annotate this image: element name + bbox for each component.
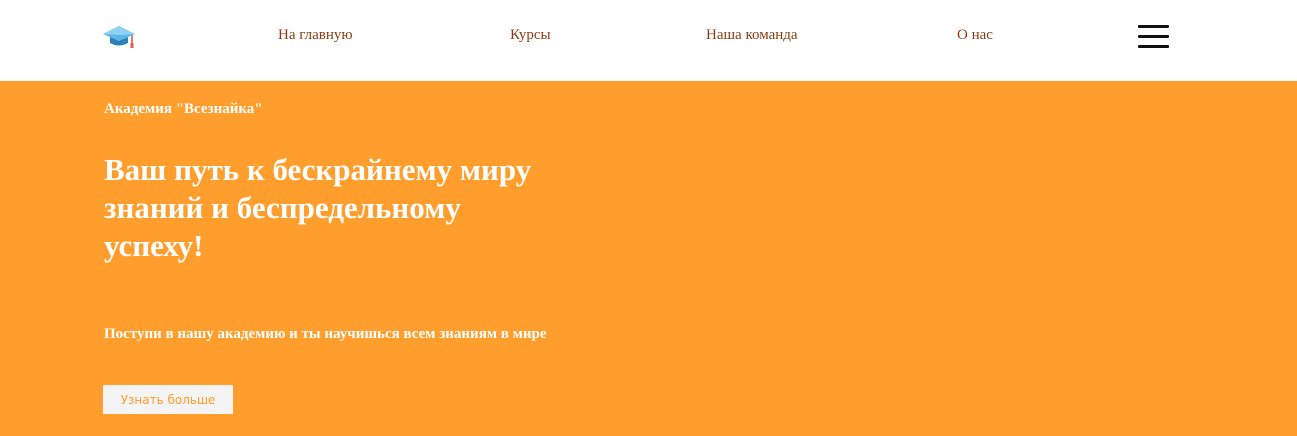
hero-title: Ваш путь к бескрайнему миру знаний и бес… [104,152,532,263]
menu-line [1138,35,1169,38]
nav-link-team[interactable]: Наша команда [706,27,798,44]
hero-section: Академия "Всезнайка" Ваш путь к бескрайн… [0,81,1297,436]
hamburger-menu-icon[interactable] [1138,25,1169,49]
hero-subtitle: Поступи в нашу академию и ты научишься в… [104,326,547,342]
menu-line [1138,25,1169,28]
menu-line [1138,45,1169,48]
graduation-cap-icon[interactable] [102,24,136,50]
site-header: На главную Курсы Наша команда О нас [0,0,1297,81]
nav-link-about[interactable]: О нас [957,27,993,44]
academy-name: Академия "Всезнайка" [104,101,263,117]
learn-more-button[interactable]: Узнать больше [103,385,233,414]
nav-link-home[interactable]: На главную [278,27,353,44]
nav-link-courses[interactable]: Курсы [510,27,551,44]
